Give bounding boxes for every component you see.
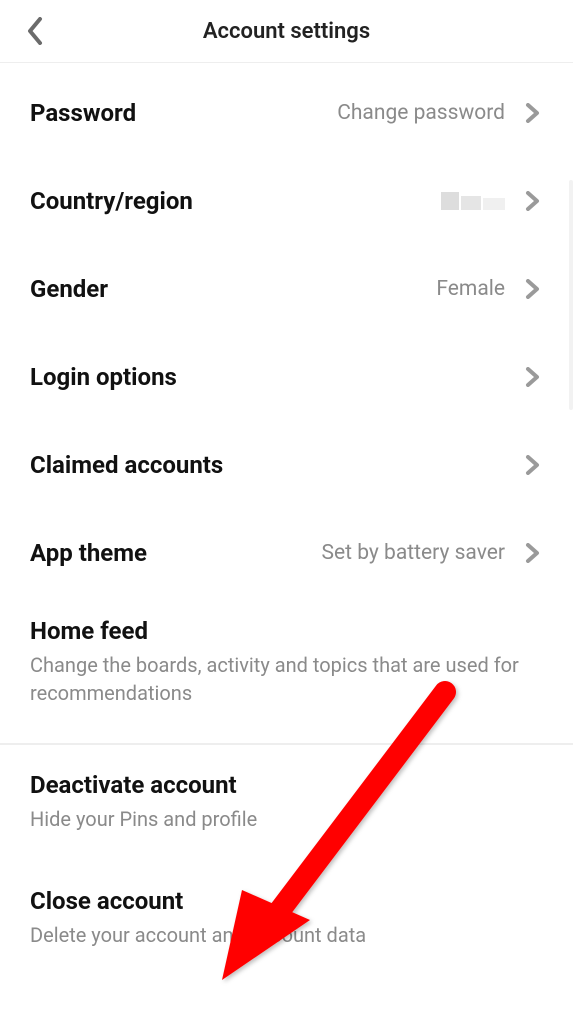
header: Account settings <box>0 0 573 62</box>
row-right <box>523 367 543 387</box>
row-value-theme: Set by battery saver <box>322 541 505 565</box>
deactivate-title: Deactivate account <box>30 771 543 799</box>
chevron-right-icon <box>523 103 543 123</box>
row-password[interactable]: Password Change password <box>0 69 573 157</box>
scrollbar[interactable] <box>569 180 573 410</box>
row-gender[interactable]: Gender Female <box>0 245 573 333</box>
section-divider <box>0 743 573 745</box>
row-right: Change password <box>337 101 543 125</box>
row-right: Set by battery saver <box>322 541 543 565</box>
row-close-account[interactable]: Close account Delete your account and ac… <box>0 863 573 979</box>
row-value-password: Change password <box>337 101 505 125</box>
row-right: Female <box>436 277 543 301</box>
chevron-right-icon <box>523 279 543 299</box>
back-button[interactable] <box>20 16 50 46</box>
row-right <box>441 191 543 211</box>
row-home-feed[interactable]: Home feed Change the boards, activity an… <box>0 597 573 737</box>
row-label-login: Login options <box>30 363 177 391</box>
row-label-theme: App theme <box>30 539 147 567</box>
settings-list: Password Change password Country/region … <box>0 63 573 979</box>
row-label-country: Country/region <box>30 187 193 215</box>
close-account-subtitle: Delete your account and account data <box>30 921 543 949</box>
close-account-title: Close account <box>30 887 543 915</box>
home-feed-subtitle: Change the boards, activity and topics t… <box>30 651 543 707</box>
row-country[interactable]: Country/region <box>0 157 573 245</box>
page-title: Account settings <box>0 19 573 44</box>
chevron-left-icon <box>26 17 44 45</box>
chevron-right-icon <box>523 191 543 211</box>
chevron-right-icon <box>523 455 543 475</box>
home-feed-title: Home feed <box>30 617 543 645</box>
deactivate-subtitle: Hide your Pins and profile <box>30 805 543 833</box>
row-app-theme[interactable]: App theme Set by battery saver <box>0 509 573 597</box>
row-right <box>523 455 543 475</box>
row-value-gender: Female <box>436 277 505 301</box>
row-login-options[interactable]: Login options <box>0 333 573 421</box>
row-label-claimed: Claimed accounts <box>30 451 223 479</box>
chevron-right-icon <box>523 543 543 563</box>
row-claimed-accounts[interactable]: Claimed accounts <box>0 421 573 509</box>
row-deactivate-account[interactable]: Deactivate account Hide your Pins and pr… <box>0 751 573 863</box>
row-label-gender: Gender <box>30 275 108 303</box>
redacted-value <box>441 192 505 210</box>
chevron-right-icon <box>523 367 543 387</box>
row-label-password: Password <box>30 99 136 127</box>
